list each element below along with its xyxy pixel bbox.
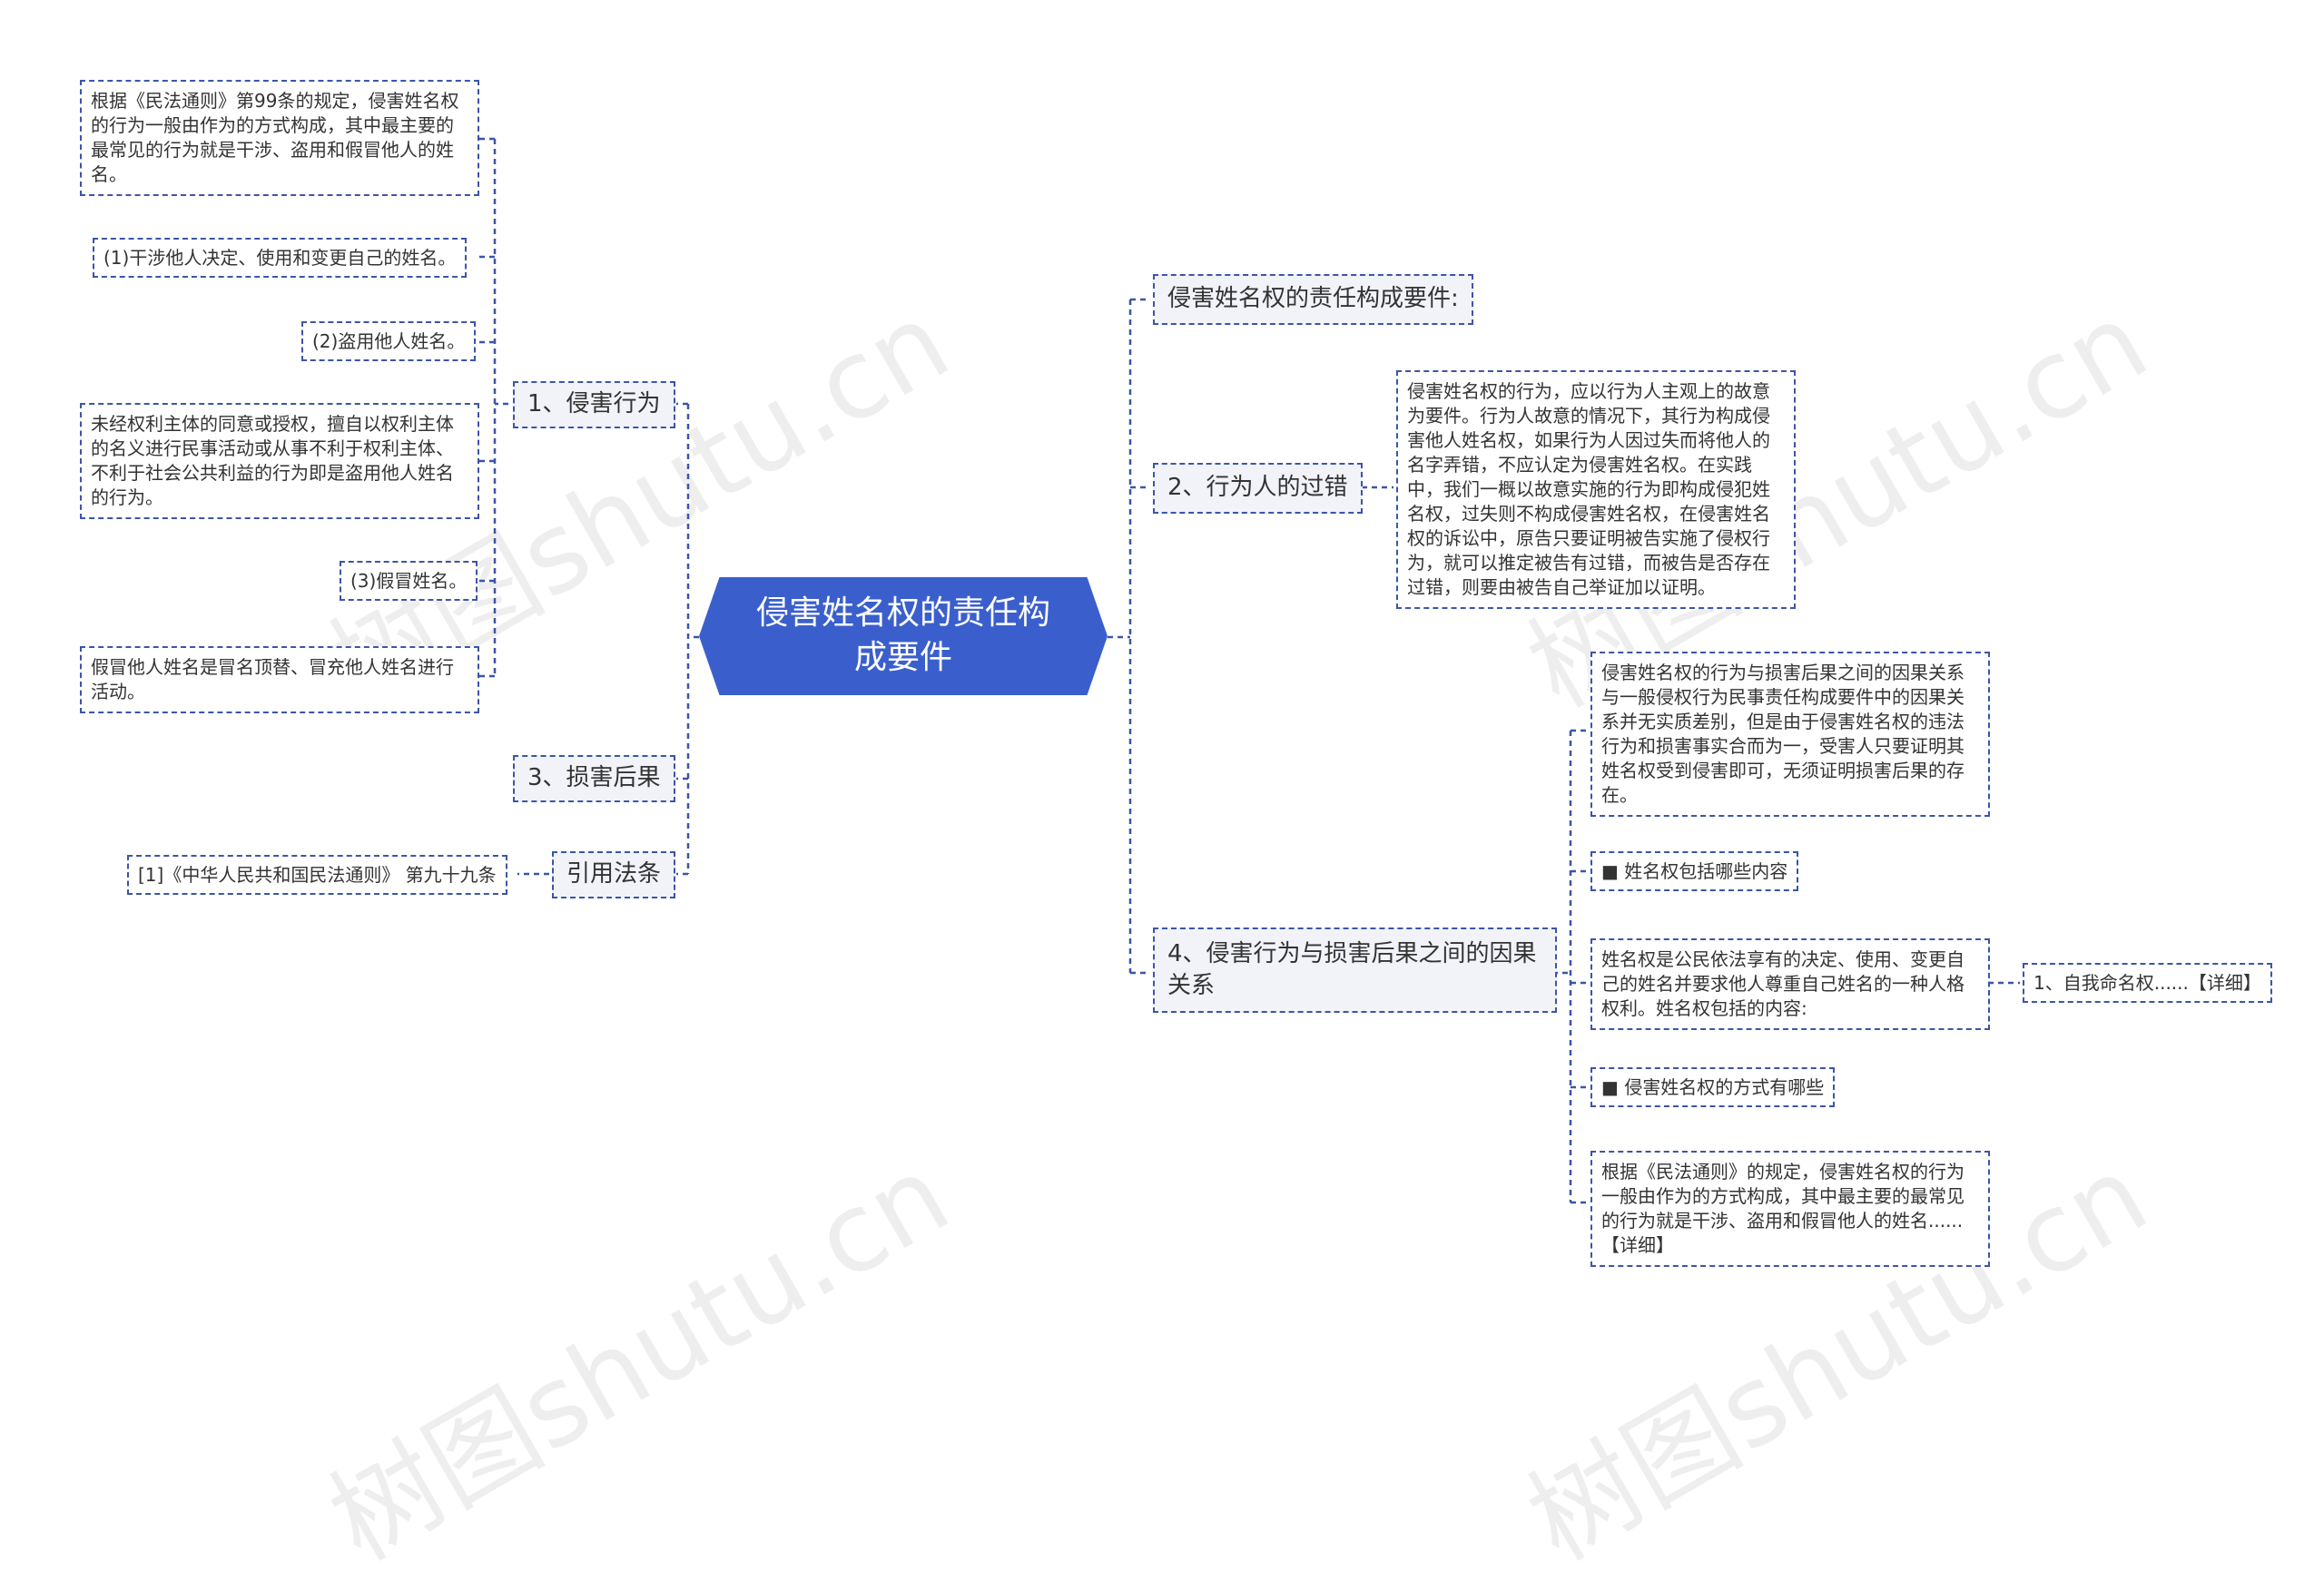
branch-cited-law[interactable]: 引用法条 <box>552 851 676 898</box>
leaf-node[interactable]: 侵害姓名权的行为，应以行为人主观上的故意为要件。行为人故意的情况下，其行为构成侵… <box>1396 370 1796 609</box>
leaf-node[interactable]: 未经权利主体的同意或授权，擅自以权利主体的名义进行民事活动或从事不利于权利主体、… <box>80 403 479 519</box>
branch-damage-result[interactable]: 3、损害后果 <box>513 755 675 802</box>
leaf-node[interactable]: 根据《民法通则》的规定，侵害姓名权的行为一般由作为的方式构成，其中最主要的最常见… <box>1590 1151 1990 1267</box>
leaf-link-name-rights[interactable]: ■ 姓名权包括哪些内容 <box>1590 851 1799 891</box>
branch-elements-title[interactable]: 侵害姓名权的责任构成要件: <box>1153 274 1473 325</box>
leaf-node[interactable]: (1)干涉他人决定、使用和变更自己的姓名。 <box>93 238 468 278</box>
leaf-link-self-naming[interactable]: 1、自我命名权......【详细】 <box>2023 963 2272 1003</box>
branch-causation[interactable]: 4、侵害行为与损害后果之间的因果关系 <box>1153 928 1557 1014</box>
central-topic[interactable]: 侵害姓名权的责任构成要件 <box>699 577 1108 695</box>
branch-infringing-act[interactable]: 1、侵害行为 <box>513 381 675 428</box>
leaf-node[interactable]: 姓名权是公民依法享有的决定、使用、变更自己的姓名并要求他人尊重自己姓名的一种人格… <box>1590 938 1990 1030</box>
leaf-node[interactable]: [1]《中华人民共和国民法通则》 第九十九条 <box>127 855 507 895</box>
leaf-node[interactable]: (3)假冒姓名。 <box>340 561 478 601</box>
leaf-link-infringement-ways[interactable]: ■ 侵害姓名权的方式有哪些 <box>1590 1067 1836 1107</box>
leaf-node[interactable]: (2)盗用他人姓名。 <box>301 321 477 361</box>
leaf-node[interactable]: 假冒他人姓名是冒名顶替、冒充他人姓名进行活动。 <box>80 646 479 713</box>
leaf-node[interactable]: 侵害姓名权的行为与损害后果之间的因果关系与一般侵权行为民事责任构成要件中的因果关… <box>1590 652 1990 817</box>
branch-fault[interactable]: 2、行为人的过错 <box>1153 463 1363 514</box>
leaf-node[interactable]: 根据《民法通则》第99条的规定，侵害姓名权的行为一般由作为的方式构成，其中最主要… <box>80 80 479 196</box>
